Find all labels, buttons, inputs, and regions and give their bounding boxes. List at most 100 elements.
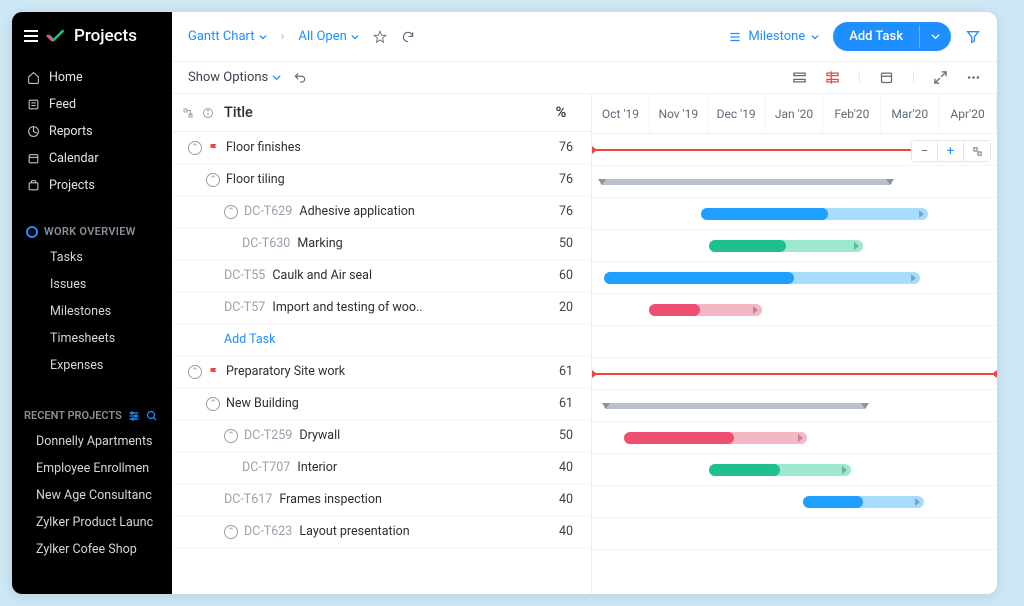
work-overview-item[interactable]: Issues — [12, 271, 172, 298]
expand-toggle[interactable]: ⌃ — [224, 525, 238, 539]
work-overview-item[interactable]: Milestones — [12, 298, 172, 325]
nav-home[interactable]: Home — [12, 64, 172, 91]
star-icon[interactable] — [373, 30, 387, 44]
work-overview-item[interactable]: Expenses — [12, 352, 172, 379]
task-name: Add Task — [224, 332, 549, 347]
gantt-row — [592, 166, 997, 198]
task-name: DC-T629 Adhesive application — [244, 204, 549, 219]
more-icon[interactable] — [966, 70, 981, 85]
gantt-row — [592, 390, 997, 422]
nav-reports[interactable]: Reports — [12, 118, 172, 145]
task-row[interactable]: ⌃ DC-T259 Drywall50 — [172, 420, 591, 452]
task-name: DC-T259 Drywall — [244, 428, 549, 443]
calendar-view-icon[interactable] — [879, 70, 894, 85]
nav-feed[interactable]: Feed — [12, 91, 172, 118]
add-task-button[interactable]: Add Task — [833, 22, 951, 51]
milestone-dropdown[interactable]: Milestone — [728, 29, 819, 44]
view-mode-1[interactable] — [792, 70, 807, 85]
summary-bar[interactable] — [604, 403, 867, 409]
task-row[interactable]: DC-T707 Interior40 — [172, 452, 591, 484]
add-task-dropdown[interactable] — [919, 25, 951, 48]
gantt-row — [592, 422, 997, 454]
task-code: DC-T57 — [224, 300, 265, 315]
task-code: DC-T707 — [242, 460, 290, 475]
task-name: DC-T623 Layout presentation — [244, 524, 549, 539]
hierarchy-icon[interactable] — [182, 107, 194, 119]
expand-toggle[interactable]: ⌃ — [188, 365, 202, 379]
expand-toggle[interactable]: ⌃ — [206, 397, 220, 411]
breadcrumb-separator: › — [281, 29, 285, 44]
month-header: Feb'20 — [823, 94, 881, 133]
expand-toggle[interactable]: ⌃ — [224, 205, 238, 219]
task-name: Preparatory Site work — [226, 364, 549, 379]
task-row[interactable]: DC-T617 Frames inspection40 — [172, 484, 591, 516]
nav-projects[interactable]: Projects — [12, 172, 172, 199]
recent-project-item[interactable]: Donnelly Apartments — [12, 428, 172, 455]
expand-toggle[interactable]: ⌃ — [224, 429, 238, 443]
funnel-filter-icon[interactable] — [965, 29, 981, 45]
task-bar[interactable] — [701, 208, 928, 220]
fit-button[interactable] — [964, 141, 990, 161]
hamburger-menu[interactable] — [24, 30, 38, 42]
task-percent: 40 — [549, 524, 583, 539]
recent-project-item[interactable]: Employee Enrollmen — [12, 455, 172, 482]
task-percent: 40 — [549, 460, 583, 475]
task-row[interactable]: ⌃DC-T629 Adhesive application76 — [172, 196, 591, 228]
milestone-bar[interactable] — [592, 373, 997, 375]
task-row[interactable]: DC-T55 Caulk and Air seal60 — [172, 260, 591, 292]
breadcrumb-all-open[interactable]: All Open — [298, 29, 358, 44]
task-name: Floor tiling — [226, 172, 549, 187]
task-percent: 61 — [549, 396, 583, 411]
expand-toggle[interactable]: ⌃ — [206, 173, 220, 187]
add-task-row[interactable]: Add Task — [172, 324, 591, 356]
task-percent: 60 — [549, 268, 583, 283]
recent-project-item[interactable]: New Age Consultanc — [12, 482, 172, 509]
task-percent: 50 — [549, 428, 583, 443]
task-name: DC-T57 Import and testing of woo.. — [224, 300, 549, 315]
work-overview-item[interactable]: Tasks — [12, 244, 172, 271]
task-progress — [701, 208, 828, 220]
work-overview-item[interactable]: Timesheets — [12, 325, 172, 352]
month-header: Oct '19 — [592, 94, 650, 133]
zoom-in-button[interactable]: + — [938, 141, 964, 161]
recent-project-item[interactable]: Zylker Product Launc — [12, 509, 172, 536]
task-progress — [803, 496, 864, 508]
task-code: DC-T629 — [244, 204, 292, 219]
zoom-out-button[interactable]: − — [912, 141, 938, 161]
task-name: DC-T55 Caulk and Air seal — [224, 268, 549, 283]
task-row[interactable]: ⌃ Preparatory Site work61 — [172, 356, 591, 388]
expand-toggle[interactable]: ⌃ — [188, 141, 202, 155]
task-code: DC-T617 — [224, 492, 272, 507]
task-row[interactable]: ⌃ Floor finishes76 — [172, 132, 591, 164]
month-header: Nov '19 — [650, 94, 708, 133]
task-bar[interactable] — [709, 464, 851, 476]
task-progress — [709, 464, 780, 476]
view-mode-2[interactable] — [825, 70, 840, 85]
task-bar[interactable] — [604, 272, 920, 284]
breadcrumb-gantt-chart[interactable]: Gantt Chart — [188, 29, 267, 44]
refresh-icon[interactable] — [401, 30, 415, 44]
calendar-icon — [26, 152, 40, 166]
info-icon[interactable] — [202, 107, 214, 119]
show-options-dropdown[interactable]: Show Options — [188, 70, 281, 85]
overview-dot-icon — [26, 226, 38, 238]
recent-project-item[interactable]: Zylker Cofee Shop — [12, 536, 172, 563]
recent-projects-header: RECENT PROJECTS — [12, 393, 172, 428]
filter-sliders-icon[interactable] — [128, 410, 140, 422]
undo-icon[interactable] — [293, 71, 307, 85]
task-bar[interactable] — [709, 240, 863, 252]
task-bar[interactable] — [803, 496, 925, 508]
nav-calendar[interactable]: Calendar — [12, 145, 172, 172]
search-icon[interactable] — [146, 410, 158, 422]
task-progress — [709, 240, 786, 252]
task-row[interactable]: DC-T57 Import and testing of woo..20 — [172, 292, 591, 324]
task-row[interactable]: ⌃ Floor tiling76 — [172, 164, 591, 196]
summary-bar[interactable] — [600, 179, 892, 185]
task-row[interactable]: ⌃ New Building61 — [172, 388, 591, 420]
expand-icon[interactable] — [933, 70, 948, 85]
task-row[interactable]: DC-T630 Marking50 — [172, 228, 591, 260]
task-percent: 40 — [549, 492, 583, 507]
task-bar[interactable] — [649, 304, 762, 316]
task-bar[interactable] — [624, 432, 806, 444]
task-row[interactable]: ⌃ DC-T623 Layout presentation40 — [172, 516, 591, 548]
